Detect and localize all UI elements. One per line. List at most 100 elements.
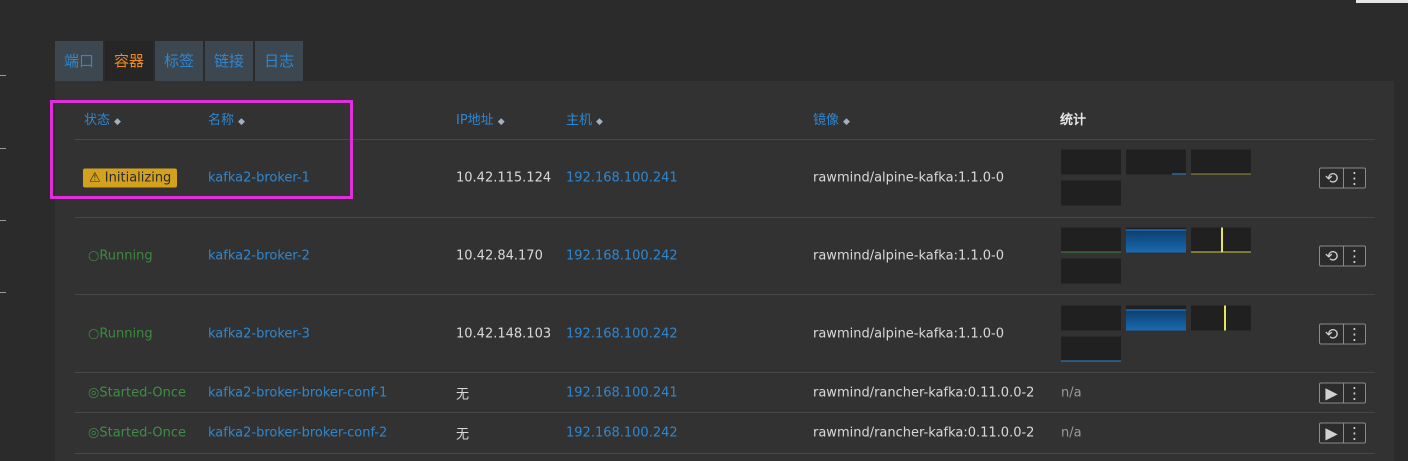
column-header-label: IP地址	[456, 113, 494, 128]
window-edge	[1356, 0, 1408, 3]
memory-sparkline	[1126, 149, 1186, 175]
table-row: ◎Started-Once kafka2-broker-broker-conf-…	[75, 373, 1375, 413]
host-link[interactable]: 192.168.100.242	[566, 326, 678, 341]
ip-address: 10.42.148.103	[456, 326, 552, 341]
column-header-host[interactable]: 主机 ◆	[566, 102, 603, 141]
status-badge: ◎Started-Once	[88, 385, 186, 400]
column-header-label: 状态	[84, 113, 111, 128]
sort-icon: ◆	[497, 117, 505, 127]
kebab-menu-icon: ⋮	[1346, 423, 1363, 443]
status-badge: ○Running	[88, 249, 153, 264]
stats-value: n/a	[1061, 385, 1082, 400]
table-row: ⚠ Initializing kafka2-broker-1 10.42.115…	[75, 139, 1375, 218]
play-icon: ▶	[1325, 383, 1338, 402]
container-name-link[interactable]: kafka2-broker-3	[208, 326, 310, 341]
sort-icon: ◆	[843, 117, 850, 127]
column-header-image[interactable]: 镜像 ◆	[813, 102, 850, 141]
more-menu-button[interactable]: ⋮	[1344, 382, 1366, 403]
tab-ports[interactable]: 端口	[55, 41, 104, 81]
network-sparkline	[1191, 305, 1251, 330]
stats-sparklines	[1061, 227, 1256, 285]
started-once-icon: ◎	[88, 385, 100, 400]
host-link[interactable]: 192.168.100.241	[566, 385, 678, 400]
column-header-label: 镜像	[813, 113, 840, 128]
host-link[interactable]: 192.168.100.241	[566, 171, 678, 186]
ip-address: 10.42.84.170	[456, 248, 543, 264]
kebab-menu-icon: ⋮	[1346, 246, 1363, 266]
image-name: rawmind/rancher-kafka:0.11.0.0-2	[813, 385, 1035, 400]
stats-value: n/a	[1061, 425, 1082, 441]
status-label: Initializing	[104, 170, 172, 186]
status-badge: ⚠ Initializing	[83, 168, 178, 188]
play-icon: ▶	[1325, 423, 1338, 443]
ip-address: 无	[456, 387, 470, 402]
row-actions: ▶ ⋮	[1319, 382, 1366, 403]
image-name: rawmind/rancher-kafka:0.11.0.0-2	[813, 425, 1035, 441]
row-actions: ⟲ ⋮	[1319, 167, 1366, 189]
edge-tick	[0, 75, 6, 76]
container-name-link[interactable]: kafka2-broker-2	[208, 249, 310, 264]
table-row: ○Running kafka2-broker-2 10.42.84.170 19…	[75, 218, 1375, 295]
column-header-state[interactable]: 状态 ◆	[84, 102, 121, 141]
ip-address: 10.42.115.124	[456, 170, 552, 186]
column-header-label: 主机	[566, 113, 593, 128]
edge-tick	[0, 292, 6, 293]
sort-icon: ◆	[238, 117, 245, 127]
start-button[interactable]: ▶	[1319, 382, 1344, 403]
edge-tick	[0, 148, 6, 149]
column-header-label: 名称	[208, 113, 235, 128]
restart-button[interactable]: ⟲	[1319, 245, 1344, 267]
status-label: Running	[99, 248, 153, 264]
status-badge: ◎Started-Once	[88, 426, 186, 441]
tab-containers[interactable]: 容器	[105, 41, 154, 81]
cpu-sparkline	[1061, 227, 1121, 253]
restart-icon: ⟲	[1324, 324, 1339, 343]
column-header-stats: 统计	[1060, 113, 1087, 128]
edge-tick	[0, 220, 6, 221]
stats-sparklines	[1061, 149, 1256, 207]
sort-icon: ◆	[596, 117, 603, 127]
sort-icon: ◆	[114, 117, 121, 127]
kebab-menu-icon: ⋮	[1346, 168, 1363, 188]
table-header: 状态 ◆ 名称 ◆ IP地址 ◆ 主机 ◆ 镜像 ◆ 统计	[75, 102, 1375, 140]
cpu-sparkline	[1061, 149, 1121, 175]
restart-button[interactable]: ⟲	[1319, 323, 1344, 344]
tab-labels[interactable]: 标签	[155, 41, 204, 81]
tab-logs[interactable]: 日志	[255, 41, 304, 81]
running-circle-icon: ○	[88, 326, 100, 341]
host-link[interactable]: 192.168.100.242	[566, 426, 678, 441]
restart-icon: ⟲	[1324, 168, 1339, 188]
more-menu-button[interactable]: ⋮	[1344, 167, 1366, 189]
started-once-icon: ◎	[88, 425, 100, 441]
column-header-name[interactable]: 名称 ◆	[208, 102, 245, 141]
tab-bar: 端口 容器 标签 链接 日志	[55, 41, 305, 81]
container-name-link[interactable]: kafka2-broker-broker-conf-1	[208, 385, 387, 400]
more-menu-button[interactable]: ⋮	[1344, 245, 1366, 267]
stats-sparklines	[1061, 305, 1256, 362]
restart-icon: ⟲	[1324, 246, 1339, 266]
image-name: rawmind/alpine-kafka:1.1.0-0	[813, 248, 1004, 264]
running-circle-icon: ○	[88, 248, 100, 264]
container-name-link[interactable]: kafka2-broker-1	[208, 171, 310, 186]
table-row: ◎Started-Once kafka2-broker-broker-conf-…	[75, 413, 1375, 454]
column-header-ip[interactable]: IP地址 ◆	[456, 102, 505, 141]
table-row: ○Running kafka2-broker-3 10.42.148.103 1…	[75, 295, 1375, 373]
network-sparkline	[1191, 227, 1251, 253]
more-menu-button[interactable]: ⋮	[1344, 422, 1366, 444]
restart-button[interactable]: ⟲	[1319, 167, 1344, 189]
warning-icon: ⚠	[89, 170, 101, 186]
kebab-menu-icon: ⋮	[1346, 383, 1363, 402]
container-name-link[interactable]: kafka2-broker-broker-conf-2	[208, 426, 387, 441]
tab-links[interactable]: 链接	[205, 41, 254, 81]
host-link[interactable]: 192.168.100.242	[566, 249, 678, 264]
status-label: Running	[99, 326, 153, 341]
status-label: Started-Once	[99, 385, 187, 400]
kebab-menu-icon: ⋮	[1346, 324, 1363, 343]
network-sparkline	[1191, 149, 1251, 175]
memory-sparkline	[1126, 227, 1186, 253]
storage-sparkline	[1061, 258, 1121, 284]
status-label: Started-Once	[99, 425, 187, 441]
image-name: rawmind/alpine-kafka:1.1.0-0	[813, 326, 1004, 341]
start-button[interactable]: ▶	[1319, 422, 1344, 444]
more-menu-button[interactable]: ⋮	[1344, 323, 1366, 344]
